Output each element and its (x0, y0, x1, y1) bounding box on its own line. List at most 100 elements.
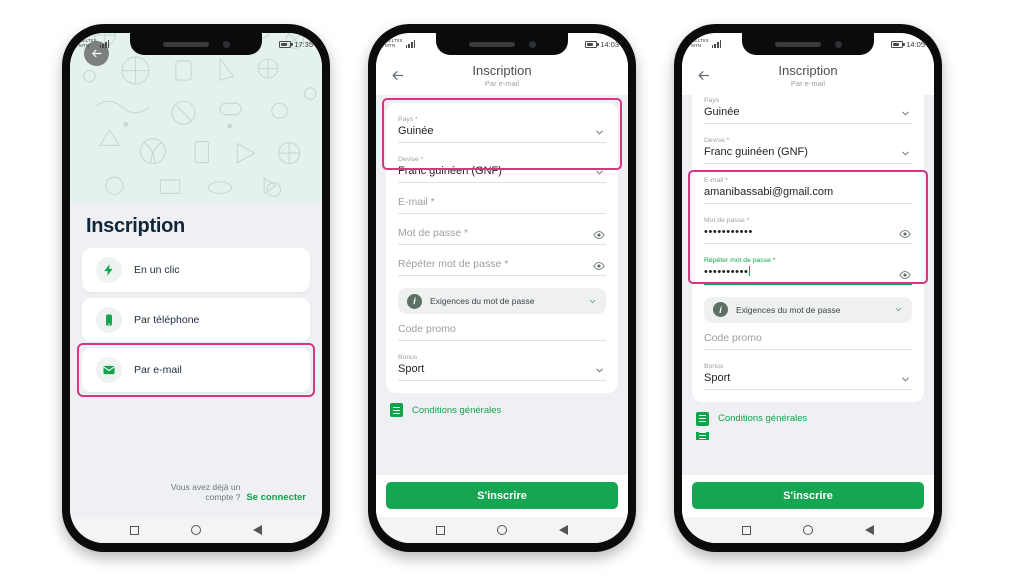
chevron-down-icon[interactable] (894, 305, 903, 314)
signal-icon (99, 40, 110, 48)
back-button[interactable] (692, 68, 714, 83)
field-value-wrap: •••••••••• (704, 266, 912, 283)
eye-icon[interactable] (899, 228, 911, 240)
field-value: Franc guinéen (GNF) (398, 165, 502, 177)
field-value: •••••••••• (704, 266, 749, 278)
phone1-screen: CELTIIS MTN 17:35 Inscription En un clic… (70, 33, 322, 543)
document-icon (696, 411, 709, 426)
eye-icon[interactable] (593, 260, 605, 272)
field-currency[interactable]: Devise * Franc guinéen (GNF) (704, 128, 912, 168)
terms-row-partial[interactable] (692, 431, 924, 440)
chevron-down-icon[interactable] (588, 297, 597, 306)
field-label: Devise * (704, 137, 730, 144)
eye-icon[interactable] (899, 269, 911, 281)
field-bonus[interactable]: Bonus Sport (398, 345, 606, 385)
field-underline (704, 123, 912, 124)
terms-label: Conditions générales (718, 413, 808, 425)
field-placeholder: Code promo (704, 331, 762, 344)
field-email[interactable]: E-mail * amanibassabi@gmail.com (704, 168, 912, 208)
field-repeat-password[interactable]: Répéter mot de passe * •••••••••• (704, 248, 912, 289)
info-icon: i (407, 293, 422, 309)
phone1-status-bar: CELTIIS MTN 17:35 (70, 33, 322, 55)
home-button[interactable] (191, 525, 201, 535)
field-promo-code[interactable]: Code promo (704, 323, 912, 354)
appbar-title: Inscription (472, 62, 532, 78)
chevron-down-icon[interactable] (594, 167, 605, 178)
signup-option-label: En un clic (134, 264, 180, 276)
field-underline (704, 283, 912, 285)
bolt-icon (96, 257, 122, 283)
field-password[interactable]: Mot de passe * ••••••••••• (704, 208, 912, 248)
appbar-titles: Inscription Par e-mail (682, 63, 934, 88)
password-requirements-label: Exigences du mot de passe (430, 296, 535, 306)
chevron-down-icon[interactable] (900, 148, 911, 159)
field-label: Bonus (398, 354, 418, 361)
terms-row[interactable]: Conditions générales (692, 402, 924, 432)
field-label: Pays (704, 97, 720, 104)
phone2-appbar: Inscription Par e-mail (376, 55, 628, 95)
field-country[interactable]: Pays * Guinée (398, 107, 606, 147)
field-password[interactable]: Mot de passe * (398, 218, 606, 249)
field-underline (704, 388, 912, 390)
phone3-android-navbar (682, 517, 934, 543)
field-bonus[interactable]: Bonus Sport (704, 354, 912, 394)
status-right: 14:05 (891, 40, 925, 49)
signal-icon (405, 40, 416, 48)
signal-icon (711, 40, 722, 48)
chevron-down-icon[interactable] (900, 108, 911, 119)
home-button[interactable] (803, 525, 813, 535)
chevron-down-icon[interactable] (594, 127, 605, 138)
field-label: Pays * (398, 116, 418, 123)
appbar-subtitle: Par e-mail (790, 78, 826, 88)
field-underline (398, 380, 606, 381)
recents-button[interactable] (436, 525, 445, 535)
terms-label: Conditions générales (412, 404, 502, 416)
phone-selection: CELTIIS MTN 17:35 Inscription En un clic… (62, 24, 330, 552)
terms-row[interactable]: Conditions générales (386, 393, 618, 423)
home-button[interactable] (497, 525, 507, 535)
field-underline (704, 163, 912, 164)
field-underline (398, 142, 606, 143)
phone1-android-navbar (70, 517, 322, 543)
submit-button[interactable]: S'inscrire (692, 482, 924, 509)
field-underline (398, 275, 606, 276)
signup-option-email[interactable]: Par e-mail (77, 343, 315, 397)
appbar-titles: Inscription Par e-mail (376, 63, 628, 88)
signup-option-phone[interactable]: Par téléphone (82, 298, 310, 342)
field-label: Mot de passe * (704, 217, 750, 224)
field-country[interactable]: Pays Guinée (704, 95, 912, 128)
field-promo-code[interactable]: Code promo (398, 314, 606, 345)
phone3-scroll-area[interactable]: Pays Guinée Devise * Franc guinéen (GNF)… (682, 95, 934, 475)
field-email[interactable]: E-mail * (398, 187, 606, 218)
password-requirements-label: Exigences du mot de passe (736, 304, 841, 315)
back-nav-button[interactable] (865, 525, 874, 535)
password-requirements-bar[interactable]: i Exigences du mot de passe (704, 296, 912, 323)
field-currency[interactable]: Devise * Franc guinéen (GNF) (398, 147, 606, 187)
chevron-down-icon[interactable] (594, 365, 605, 376)
back-nav-button[interactable] (253, 525, 262, 535)
field-placeholder: Mot de passe * (398, 227, 469, 239)
field-underline (398, 182, 606, 183)
battery-icon (279, 40, 293, 48)
recents-button[interactable] (742, 525, 751, 535)
eye-icon[interactable] (593, 229, 605, 241)
signup-option-one-click[interactable]: En un clic (82, 248, 310, 292)
field-repeat-password[interactable]: Répéter mot de passe * (398, 249, 606, 280)
recents-button[interactable] (130, 525, 139, 535)
login-link[interactable]: Se connecter (246, 492, 306, 503)
status-time: 14:03 (600, 39, 619, 49)
phone2-status-bar: CELTIIS MTN 14:03 (376, 33, 628, 55)
status-left: CELTIIS MTN (691, 38, 722, 49)
status-left: CELTIIS MTN (79, 38, 110, 49)
phone3-status-bar: CELTIIS MTN 14:05 (682, 33, 934, 55)
phone3-screen: CELTIIS MTN 14:05 Inscription Par e-mail… (682, 33, 934, 543)
signup-method-list: En un clic Par téléphone Par e-mail (70, 248, 322, 397)
back-nav-button[interactable] (559, 525, 568, 535)
back-button[interactable] (386, 68, 408, 83)
phone1-body: Inscription En un clic Par téléphone Par… (70, 203, 322, 517)
password-requirements-bar[interactable]: i Exigences du mot de passe (398, 288, 606, 314)
chevron-down-icon[interactable] (900, 374, 911, 385)
text-caret (748, 266, 750, 276)
phone2-scroll-area[interactable]: Pays * Guinée Devise * Franc guinéen (GN… (376, 95, 628, 475)
submit-button[interactable]: S'inscrire (386, 482, 618, 509)
